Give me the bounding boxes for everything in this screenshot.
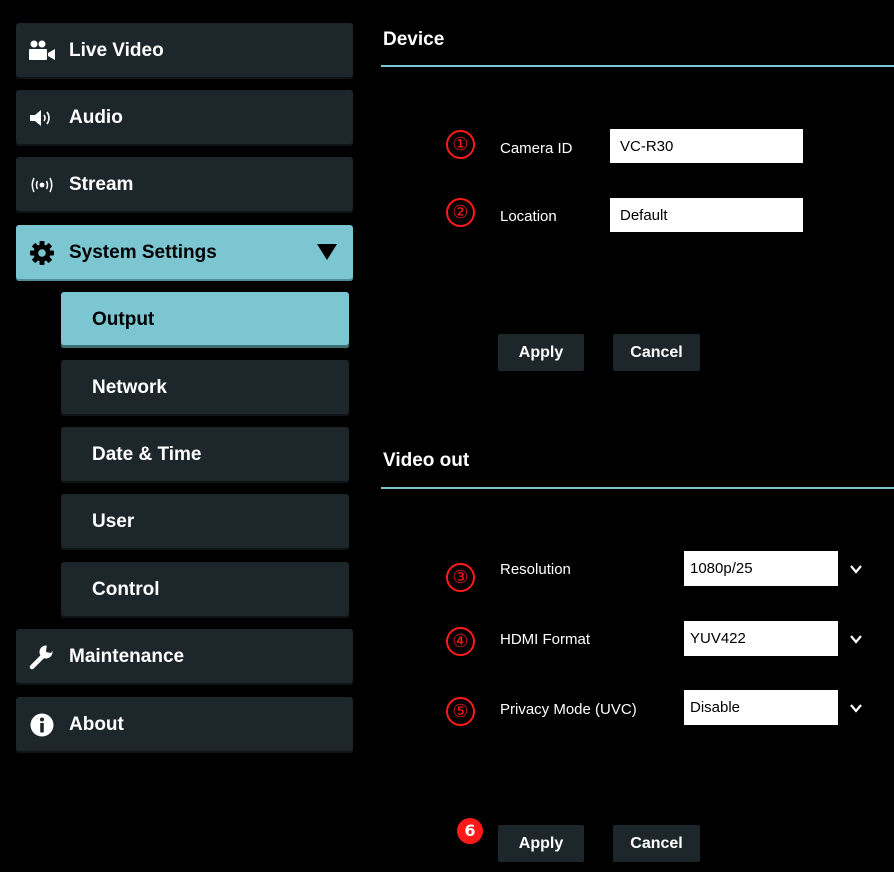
hdmi-format-select-value: YUV422 [690,630,746,647]
video-camera-icon [27,38,57,64]
sidebar-subitem-label: Network [92,377,167,398]
callout-marker: ② [446,198,475,227]
sidebar-item-live-video[interactable]: Live Video [16,23,353,79]
sidebar-item-label: Audio [69,107,123,128]
chevron-down-icon[interactable] [838,621,874,656]
video-out-cancel-button[interactable]: Cancel [613,825,700,862]
sidebar-item-label: Live Video [69,40,164,61]
device-apply-button[interactable]: Apply [498,334,584,371]
privacy-mode-select-value: Disable [690,699,741,716]
sidebar-subitem-user[interactable]: User [61,494,349,550]
callout-marker: ① [446,130,475,159]
callout-marker: 6 [457,818,483,844]
sidebar-item-label: Stream [69,174,134,195]
location-input[interactable] [610,198,803,232]
section-divider [381,65,894,67]
section-title-video-out: Video out [383,450,470,471]
sidebar-subitem-output[interactable]: Output [61,292,349,348]
sidebar-item-stream[interactable]: Stream [16,157,353,213]
sidebar-subitem-date-time[interactable]: Date & Time [61,427,349,483]
broadcast-icon [27,172,57,198]
wrench-icon [27,644,57,670]
hdmi-format-label: HDMI Format [500,631,590,648]
callout-marker: ④ [446,627,475,656]
sidebar-subitem-control[interactable]: Control [61,562,349,618]
privacy-mode-select[interactable]: Disable [684,690,874,725]
location-label: Location [500,208,557,225]
gear-icon [27,240,57,266]
caret-down-icon [315,242,339,268]
info-icon [27,712,57,738]
sidebar-item-audio[interactable]: Audio [16,90,353,146]
chevron-down-icon[interactable] [838,551,874,586]
sidebar-subitem-label: Output [92,309,155,330]
video-out-apply-button[interactable]: Apply [498,825,584,862]
speaker-icon [27,105,57,131]
sidebar-item-system-settings[interactable]: System Settings [16,225,353,281]
sidebar-subitem-network[interactable]: Network [61,360,349,416]
section-divider [381,487,894,489]
camera-id-label: Camera ID [500,140,573,157]
device-cancel-button[interactable]: Cancel [613,334,700,371]
privacy-mode-label: Privacy Mode (UVC) [500,701,637,718]
callout-marker: ③ [446,563,475,592]
sidebar-subitem-label: Date & Time [92,444,202,465]
resolution-select[interactable]: 1080p/25 [684,551,874,586]
hdmi-format-select[interactable]: YUV422 [684,621,874,656]
sidebar-item-label: System Settings [69,242,217,263]
sidebar-subitem-label: User [92,511,135,532]
sidebar-item-about[interactable]: About [16,697,353,753]
camera-id-input[interactable] [610,129,803,163]
resolution-label: Resolution [500,561,571,578]
sidebar-item-maintenance[interactable]: Maintenance [16,629,353,685]
callout-marker: ⑤ [446,697,475,726]
sidebar-item-label: Maintenance [69,646,185,667]
section-title-device: Device [383,29,445,50]
chevron-down-icon[interactable] [838,690,874,725]
sidebar-subitem-label: Control [92,579,160,600]
sidebar-item-label: About [69,714,124,735]
resolution-select-value: 1080p/25 [690,560,753,577]
